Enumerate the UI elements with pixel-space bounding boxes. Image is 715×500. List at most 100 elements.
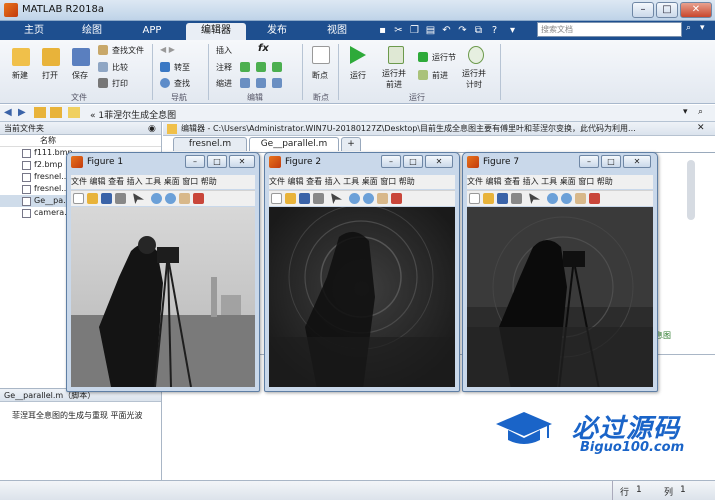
run-advance-icon[interactable] [388, 46, 404, 64]
advance-button[interactable]: 前进 [432, 70, 448, 81]
back-icon[interactable]: ◀ [4, 107, 12, 118]
tab-fresnel[interactable]: fresnel.m [173, 137, 247, 151]
figure-maximize-button[interactable]: □ [207, 155, 227, 168]
editor-close-icon[interactable]: ✕ [697, 123, 705, 133]
figure-menu-bar[interactable]: 文件 编辑 查看 插入 工具 桌面 窗口 帮助 [71, 175, 255, 189]
decrease-indent-icon[interactable] [272, 78, 282, 88]
help-quick-icon[interactable]: ? [488, 24, 501, 37]
tab-ge-parallel[interactable]: Ge__parallel.m [249, 137, 339, 151]
close-button[interactable]: ✕ [680, 2, 712, 18]
new-icon[interactable] [12, 48, 30, 66]
data-cursor-icon[interactable] [193, 193, 204, 204]
zoom-in-icon[interactable] [349, 193, 360, 204]
forward-icon[interactable]: ▶ [18, 107, 26, 118]
run-icon[interactable] [350, 46, 366, 64]
editor-scrollbar[interactable] [687, 160, 695, 220]
wrap-comment-icon[interactable] [272, 62, 282, 72]
filter-icon[interactable]: ▾ [700, 23, 712, 35]
open-icon[interactable] [87, 193, 98, 204]
up-folder-icon[interactable] [34, 107, 46, 118]
search-folder-icon[interactable]: ⌕ [698, 107, 703, 117]
uncomment-icon[interactable] [256, 62, 266, 72]
pan-hand-icon[interactable] [377, 193, 388, 204]
zoom-in-icon[interactable] [151, 193, 162, 204]
search-icon[interactable]: ⌕ [686, 23, 698, 35]
save-button[interactable]: 保存 [72, 70, 88, 81]
tab-editor[interactable]: 编辑器 [186, 23, 246, 40]
tab-view[interactable]: 视图 [312, 23, 362, 40]
figure-close-button[interactable]: ✕ [229, 155, 255, 168]
new-figure-icon[interactable] [73, 193, 84, 204]
maximize-button[interactable]: □ [656, 2, 678, 18]
fx-button[interactable]: fx [258, 43, 269, 54]
undo-quick-icon[interactable]: ↶ [440, 24, 453, 37]
open-icon[interactable] [285, 193, 296, 204]
save-icon[interactable] [101, 193, 112, 204]
find-button[interactable]: 查找 [174, 78, 190, 89]
run-button[interactable]: 运行 [350, 70, 366, 81]
zoom-out-icon[interactable] [165, 193, 176, 204]
cut-quick-icon[interactable]: ✂ [392, 24, 405, 37]
copy-quick-icon[interactable]: ❐ [408, 24, 421, 37]
run-advance-button[interactable]: 运行并 前进 [382, 68, 406, 90]
select-arrow-icon[interactable] [133, 193, 144, 204]
find-files-button[interactable]: 查找文件 [112, 45, 144, 56]
save-icon[interactable] [299, 193, 310, 204]
new-button[interactable]: 新建 [12, 70, 28, 81]
pan-hand-icon[interactable] [179, 193, 190, 204]
panel-options-icon[interactable]: ◉ [148, 124, 156, 134]
print-icon[interactable] [313, 193, 324, 204]
expand-icon[interactable]: ▾ [506, 24, 519, 37]
figure-maximize-button[interactable]: □ [601, 155, 621, 168]
browse-folder-icon[interactable] [50, 107, 62, 118]
figure-minimize-button[interactable]: – [185, 155, 205, 168]
pan-hand-icon[interactable] [575, 193, 586, 204]
compare-button[interactable]: 比较 [112, 62, 128, 73]
print-icon[interactable] [115, 193, 126, 204]
tab-plots[interactable]: 绘图 [70, 23, 114, 40]
back-arrow-icon[interactable]: ◀ ▶ [160, 45, 175, 54]
run-section-button[interactable]: 运行节 [432, 52, 456, 63]
save-icon[interactable] [72, 48, 90, 66]
current-path[interactable]: « 1菲涅尔生成全息图 [90, 108, 176, 121]
indent-button[interactable]: 缩进 [216, 78, 232, 89]
increase-indent-icon[interactable] [256, 78, 266, 88]
breakpoints-button[interactable]: 断点 [312, 70, 328, 81]
figure-7-window[interactable]: Figure 7 – □ ✕ 文件 编辑 查看 插入 工具 桌面 窗口 帮助 [462, 152, 658, 392]
figure-minimize-button[interactable]: – [381, 155, 401, 168]
zoom-out-icon[interactable] [363, 193, 374, 204]
new-figure-icon[interactable] [469, 193, 480, 204]
save-icon[interactable] [497, 193, 508, 204]
path-dropdown-icon[interactable]: ▾ [683, 107, 688, 117]
open-icon[interactable] [483, 193, 494, 204]
name-column-header[interactable]: 名称 [0, 135, 161, 147]
print-button[interactable]: 打印 [112, 78, 128, 89]
goto-button[interactable]: 转至 [174, 62, 190, 73]
open-button[interactable]: 打开 [42, 70, 58, 81]
minimize-button[interactable]: – [632, 2, 654, 18]
print-icon[interactable] [511, 193, 522, 204]
select-arrow-icon[interactable] [529, 193, 540, 204]
zoom-out-icon[interactable] [561, 193, 572, 204]
figure-menu-bar[interactable]: 文件 编辑 查看 插入 工具 桌面 窗口 帮助 [269, 175, 455, 189]
insert-button[interactable]: 插入 [216, 45, 232, 56]
run-time-button[interactable]: 运行并 计时 [462, 68, 486, 90]
paste-quick-icon[interactable]: ▤ [424, 24, 437, 37]
smart-indent-icon[interactable] [240, 78, 250, 88]
figure-close-button[interactable]: ✕ [425, 155, 453, 168]
run-time-icon[interactable] [468, 46, 484, 64]
comment-button[interactable]: 注释 [216, 62, 232, 73]
tab-home[interactable]: 主页 [14, 23, 54, 40]
data-cursor-icon[interactable] [589, 193, 600, 204]
tab-publish[interactable]: 发布 [252, 23, 302, 40]
open-folder-icon[interactable] [42, 48, 60, 66]
data-cursor-icon[interactable] [391, 193, 402, 204]
figure-2-window[interactable]: Figure 2 – □ ✕ 文件 编辑 查看 插入 工具 桌面 窗口 帮助 [264, 152, 460, 392]
select-arrow-icon[interactable] [331, 193, 342, 204]
search-input[interactable]: 搜索文档 [537, 22, 682, 37]
new-tab-button[interactable]: + [341, 137, 361, 151]
new-figure-icon[interactable] [271, 193, 282, 204]
figure-maximize-button[interactable]: □ [403, 155, 423, 168]
tab-apps[interactable]: APP [128, 23, 176, 40]
switch-windows-icon[interactable]: ⧉ [472, 24, 485, 37]
